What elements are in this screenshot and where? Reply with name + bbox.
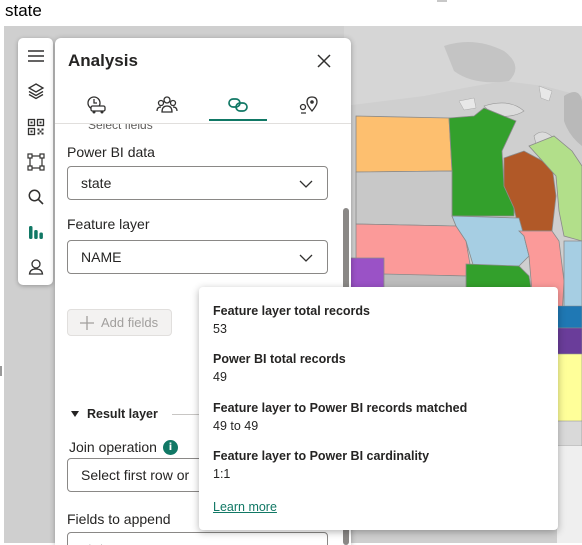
plus-icon [80, 315, 94, 330]
join-link-icon [228, 98, 248, 112]
tooltip-label-matched: Feature layer to Power BI records matche… [213, 401, 468, 415]
tooltip-label-feature-total: Feature layer total records [213, 304, 371, 318]
qr-code-icon[interactable] [24, 115, 47, 138]
select-area-icon[interactable] [24, 150, 47, 173]
fields-to-append-label: Fields to append [67, 511, 171, 527]
feature-layer-label: Feature layer [67, 216, 150, 232]
map-toolbar [18, 38, 53, 285]
nearby-analysis-icon [87, 96, 106, 114]
join-operation-label-row: Join operation i [69, 439, 178, 455]
hamburger-menu-icon[interactable] [24, 44, 47, 67]
top-edge-mark [437, 0, 447, 2]
join-operation-value: Select first row or [81, 467, 190, 483]
panel-tabs [55, 88, 351, 124]
search-icon[interactable] [24, 185, 47, 208]
panel-title: Analysis [68, 51, 138, 70]
fields-to-append-value: state [81, 541, 111, 545]
tooltip-label-cardinality: Feature layer to Power BI cardinality [213, 449, 430, 463]
select-fields-heading: Select fields [88, 124, 153, 132]
tooltip-value-matched: 49 to 49 [213, 419, 259, 433]
tooltip-value-powerbi-total: 49 [213, 370, 227, 384]
join-operation-label: Join operation [69, 439, 157, 455]
add-fields-label: Add fields [101, 315, 159, 330]
add-fields-button[interactable]: Add fields [67, 309, 172, 336]
visual-title: state [5, 1, 42, 20]
tab-demographics[interactable] [138, 88, 196, 122]
analysis-chart-icon[interactable] [24, 220, 47, 243]
tab-location-points[interactable] [280, 88, 338, 122]
learn-more-link[interactable]: Learn more [213, 500, 277, 514]
caret-down-icon [71, 411, 79, 417]
join-stats-tooltip: Feature layer total records 53 Power BI … [199, 287, 558, 530]
tooltip-value-cardinality: 1:1 [213, 467, 231, 481]
close-button[interactable] [313, 50, 335, 72]
tab-join[interactable] [209, 88, 267, 122]
layers-icon[interactable] [24, 79, 47, 102]
chevron-down-icon [299, 180, 313, 188]
tooltip-value-feature-total: 53 [213, 322, 227, 336]
info-icon[interactable]: i [162, 439, 178, 455]
demographics-icon [156, 96, 178, 113]
feature-layer-value: NAME [81, 249, 122, 265]
user-location-icon[interactable] [24, 255, 47, 278]
chevron-down-icon [299, 254, 313, 262]
feature-layer-dropdown[interactable]: NAME [67, 240, 328, 274]
active-tab-indicator [209, 119, 267, 121]
powerbi-data-value: state [81, 175, 112, 191]
result-layer-label: Result layer [87, 407, 158, 421]
result-layer-toggle[interactable]: Result layer [71, 407, 158, 421]
fields-to-append-dropdown[interactable]: state [67, 532, 328, 545]
tab-nearby-analysis[interactable] [67, 88, 125, 122]
powerbi-data-dropdown[interactable]: state [67, 166, 328, 200]
powerbi-data-label: Power BI data [67, 144, 155, 160]
close-icon [317, 54, 331, 68]
tooltip-label-powerbi-total: Power BI total records [213, 352, 346, 366]
location-points-icon [299, 96, 318, 114]
app-page: state Analysis Select fields Power BI da… [0, 0, 582, 545]
left-edge-mark [0, 366, 2, 376]
